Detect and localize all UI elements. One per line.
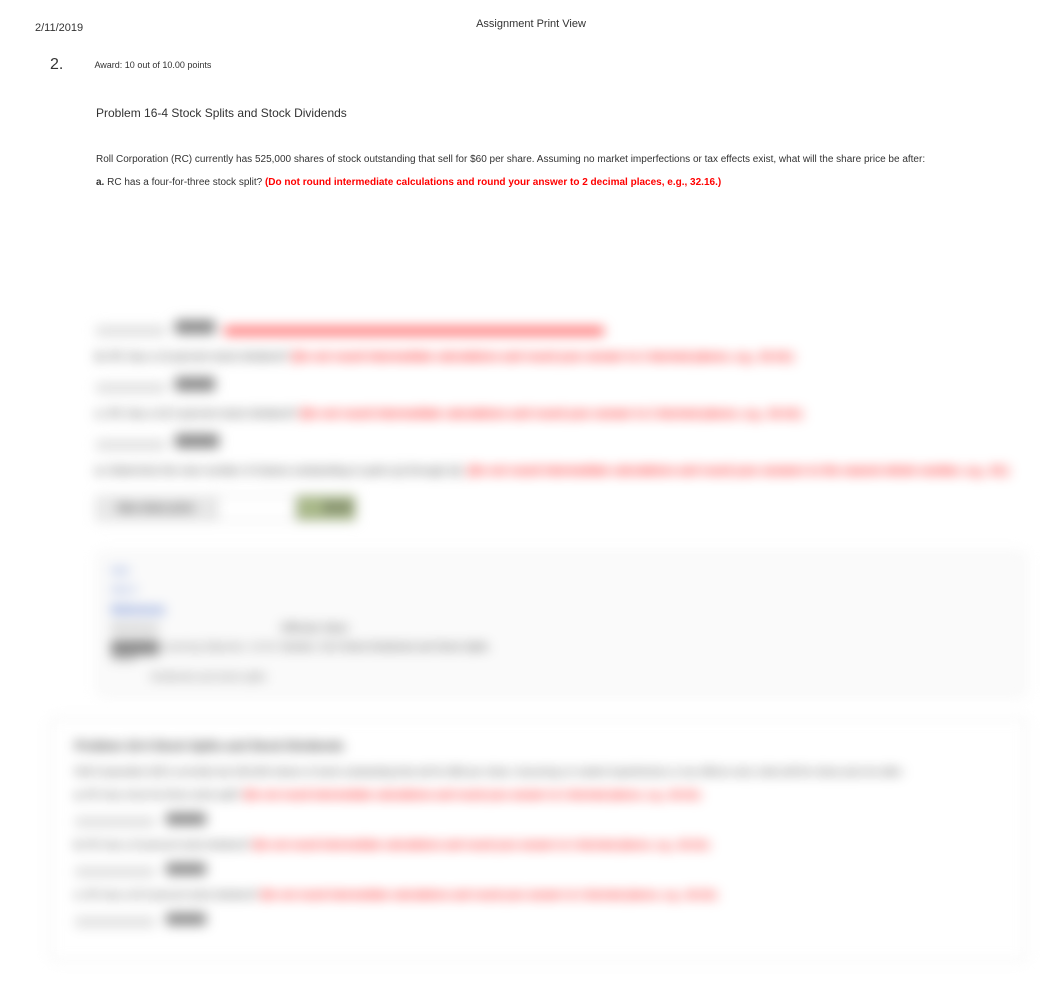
part-b-text: RC has a 10 percent stock dividend? bbox=[109, 351, 292, 363]
question-row: 2. Award: 10 out of 10.00 points bbox=[0, 46, 1062, 74]
explanation-stem: Roll Corporation (RC) currently has 525,… bbox=[75, 767, 1002, 778]
part-c-text: RC has a 42.5 percent stock dividend? bbox=[108, 408, 300, 420]
explanation-box: Problem 16-4 Stock Splits and Stock Divi… bbox=[50, 718, 1027, 961]
tab-hint[interactable]: Hint bbox=[111, 562, 129, 581]
award-text: Award: 10 out of 10.00 points bbox=[94, 56, 211, 70]
problem-title: Problem 16-4 Stock Splits and Stock Divi… bbox=[96, 104, 1027, 122]
header-title: Assignment Print View bbox=[0, 18, 1062, 30]
part-e-instr: (Do not round intermediate calculations … bbox=[468, 465, 1009, 477]
answer-box-row: New share price 45.00 bbox=[96, 495, 1027, 521]
part-c-label: c. bbox=[96, 408, 105, 420]
part-e-text: Determine the new number of shares outst… bbox=[108, 465, 468, 477]
exp-c-text: RC has a 42.5 percent stock dividend? bbox=[86, 890, 261, 901]
new-share-price-label: New share price bbox=[96, 496, 216, 521]
part-e-label: e. bbox=[96, 465, 105, 477]
explanation-title: Problem 16-4 Stock Splits and Stock Divi… bbox=[75, 739, 1002, 753]
exp-c-label: c. bbox=[75, 890, 83, 901]
exp-c-instr: (Do not round intermediate calculations … bbox=[261, 890, 717, 901]
meta-lo2: Dividends and stock splits bbox=[111, 672, 321, 683]
question-stem: Roll Corporation (RC) currently has 525,… bbox=[96, 152, 1027, 167]
part-c-instr: (Do not round intermediate calculations … bbox=[300, 408, 802, 420]
blurred-region: b. RC has a 10 percent stock dividend? (… bbox=[0, 320, 1062, 698]
answer-value: 45.00 bbox=[296, 495, 356, 521]
exp-a-label: a. bbox=[75, 790, 83, 801]
meta-lo-text: Learning Objective: 16-03 Stock bbox=[111, 642, 276, 664]
exp-b-instr: (Do not round intermediate calculations … bbox=[253, 840, 709, 851]
part-a-text: RC has a four-for-three stock split? bbox=[107, 177, 265, 188]
exp-b-label: b. bbox=[75, 840, 84, 851]
exp-a-text: RC has a four-for-three stock split? bbox=[86, 790, 244, 801]
part-a: a. RC has a four-for-three stock split? … bbox=[96, 175, 1027, 190]
part-b-instr: (Do not round intermediate calculations … bbox=[292, 351, 794, 363]
question-number: 2. bbox=[50, 56, 90, 74]
meta-worksheet-label: Worksheet bbox=[111, 623, 281, 634]
exp-b-text: RC has a 10 percent stock dividend? bbox=[87, 840, 253, 851]
tab-references[interactable]: References bbox=[111, 600, 165, 619]
meta-src: Section: 16.6 Stock Dividends and Stock … bbox=[281, 642, 488, 664]
part-a-label: a. bbox=[96, 177, 104, 188]
meta-difficulty: Difficulty: Basic bbox=[281, 623, 349, 634]
answer-input[interactable] bbox=[216, 495, 296, 521]
tabs-panel: Hint Hint 2 References Worksheet Difficu… bbox=[96, 551, 1027, 698]
meta-lo-label: XXXXXX Learning Objective: 16-03 Stock bbox=[111, 642, 281, 664]
part-a-instr: (Do not round intermediate calculations … bbox=[265, 177, 721, 188]
question-content: Problem 16-4 Stock Splits and Stock Divi… bbox=[0, 74, 1062, 190]
tab-hint2[interactable]: Hint 2 bbox=[111, 581, 137, 600]
exp-a-instr: (Do not round intermediate calculations … bbox=[244, 790, 700, 801]
part-b-label: b. bbox=[96, 351, 106, 363]
